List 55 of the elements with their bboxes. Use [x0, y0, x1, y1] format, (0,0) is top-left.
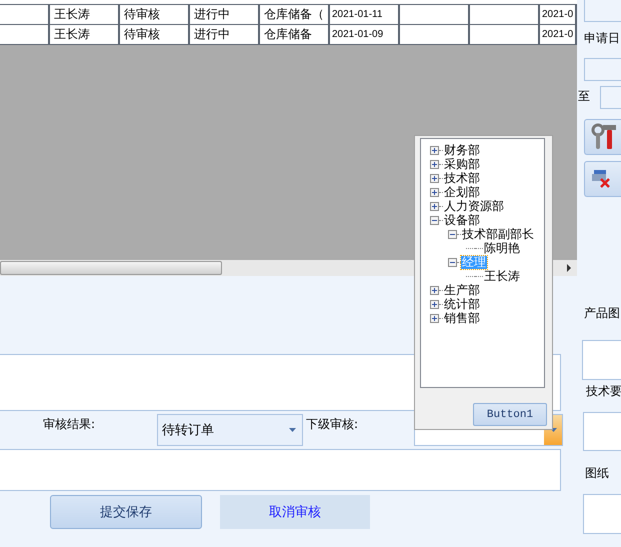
field-label: 审核结果:	[42, 416, 96, 433]
input-field[interactable]	[584, 0, 621, 22]
tree-item[interactable]: 销售部	[443, 312, 481, 324]
tree-item[interactable]: 生产部	[443, 284, 481, 296]
table-cell-text: 仓库储备	[263, 26, 312, 43]
collapse-icon[interactable]	[430, 216, 439, 224]
table-cell-text: 王长涛	[53, 6, 90, 23]
delete-button[interactable]	[584, 161, 621, 197]
tree-item[interactable]: 技术部	[443, 172, 481, 184]
table-cell-text: 2021-0	[541, 8, 574, 22]
tree-item[interactable]: 人力资源部	[443, 200, 505, 212]
popup-button[interactable]: Button1	[473, 403, 547, 426]
table-cell-text: 王长涛	[53, 26, 90, 43]
dropdown-field[interactable]: 待转订单	[157, 414, 303, 446]
expand-icon[interactable]	[430, 146, 439, 154]
tree-item[interactable]: 陈明艳	[483, 242, 521, 254]
table-cell-text: 待审核	[123, 26, 160, 43]
field-label: 产品图	[584, 305, 621, 322]
table-cell-text: 进行中	[193, 26, 230, 43]
table-cell-text: 仓库储备（	[263, 6, 324, 23]
tree-item[interactable]: 王长涛	[483, 270, 521, 282]
expand-icon[interactable]	[430, 188, 439, 196]
input-field[interactable]	[600, 86, 621, 109]
tools-button[interactable]	[584, 119, 621, 155]
tools-icon	[591, 123, 617, 151]
collapse-icon[interactable]	[448, 258, 457, 266]
table-cell-text: 2021-0	[541, 28, 574, 42]
submit-button[interactable]: 提交保存	[50, 495, 202, 529]
expand-icon[interactable]	[430, 160, 439, 168]
tree-item[interactable]: 设备部	[443, 214, 481, 226]
table-cell-text: 2021-01-09	[331, 28, 384, 42]
input-field[interactable]	[584, 58, 621, 81]
field-label: 下级审核:	[305, 416, 360, 433]
expand-icon[interactable]	[430, 300, 439, 308]
table-cell-text: 进行中	[193, 6, 230, 23]
field-label: 图纸	[585, 465, 610, 482]
expand-icon[interactable]	[430, 174, 439, 182]
field-label: 至	[578, 88, 590, 105]
table-cell-text: 2021-01-11	[331, 8, 382, 22]
expand-icon[interactable]	[430, 202, 439, 210]
tree-view[interactable]: 财务部 采购部 技术部 企划部 人力资源部 设备部 技术部副部长 陈明艳 经理 王长涛 生产部 统计部 销售部	[420, 138, 545, 388]
tree-item[interactable]: 统计部	[443, 298, 481, 310]
scroll-right-icon[interactable]	[565, 264, 573, 272]
tree-item[interactable]: 财务部	[443, 144, 481, 156]
keyboard-delete-icon	[591, 170, 613, 188]
expand-icon[interactable]	[430, 314, 439, 322]
field-label: 申请日	[584, 30, 621, 47]
collapse-icon[interactable]	[448, 230, 457, 238]
tree-item[interactable]: 企划部	[443, 186, 481, 198]
tree-item[interactable]: 技术部副部长	[461, 228, 535, 240]
table-cell-text: 待审核	[123, 6, 160, 23]
dropdown-arrow-icon	[289, 428, 296, 432]
expand-icon[interactable]	[430, 286, 439, 294]
cancel-button[interactable]: 取消审核	[220, 495, 370, 529]
tree-item[interactable]: 采购部	[443, 158, 481, 170]
